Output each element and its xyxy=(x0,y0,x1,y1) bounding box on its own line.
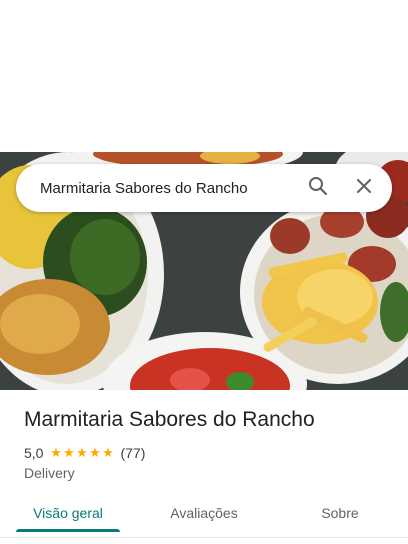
tab-overview[interactable]: Visão geral xyxy=(0,494,136,538)
rating-row[interactable]: 5,0 ★ ★ ★ ★ ★ (77) xyxy=(24,444,145,462)
divider xyxy=(0,537,408,538)
close-icon xyxy=(356,178,372,199)
tab-label: Avaliações xyxy=(170,505,238,521)
review-count: (77) xyxy=(120,445,146,461)
tab-reviews[interactable]: Avaliações xyxy=(136,494,272,538)
star-icon: ★ xyxy=(89,445,101,460)
tab-label: Sobre xyxy=(321,505,359,521)
tab-bar: Visão geral Avaliações Sobre xyxy=(0,494,408,538)
active-tab-indicator xyxy=(16,529,120,532)
rating-value: 5,0 xyxy=(24,445,44,461)
star-icon: ★ xyxy=(102,445,114,460)
star-icon: ★ xyxy=(76,445,88,460)
star-icon: ★ xyxy=(50,445,62,460)
tab-about[interactable]: Sobre xyxy=(272,494,408,538)
map-area-blank xyxy=(0,0,408,152)
place-category: Delivery xyxy=(24,465,75,481)
tab-label: Visão geral xyxy=(33,505,103,521)
star-icon: ★ xyxy=(63,445,75,460)
close-button[interactable] xyxy=(346,170,382,206)
search-input[interactable]: Marmitaria Sabores do Rancho xyxy=(40,180,300,197)
search-button[interactable] xyxy=(300,170,336,206)
search-icon xyxy=(308,176,328,201)
star-rating: ★ ★ ★ ★ ★ xyxy=(49,446,114,460)
search-bar[interactable]: Marmitaria Sabores do Rancho xyxy=(16,164,392,212)
place-title: Marmitaria Sabores do Rancho xyxy=(24,408,315,431)
